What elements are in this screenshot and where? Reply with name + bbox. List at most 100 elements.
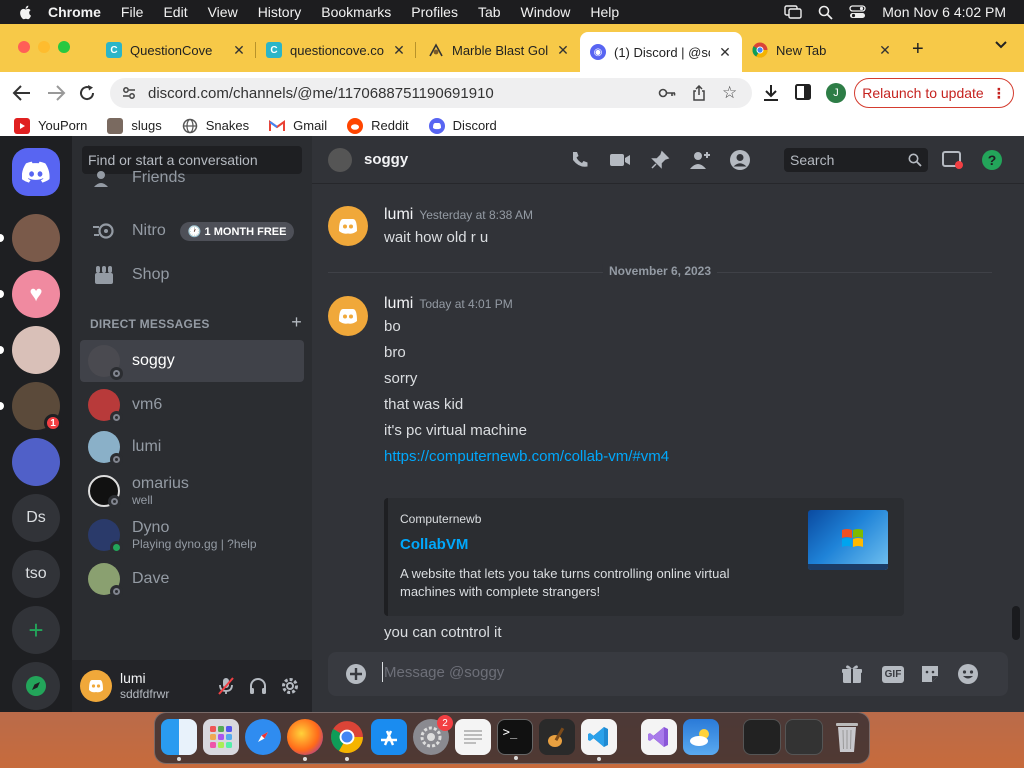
dm-item-omarius[interactable]: omarius well bbox=[80, 470, 304, 512]
message-author-avatar[interactable] bbox=[328, 296, 368, 336]
dm-item-lumi[interactable]: lumi bbox=[80, 426, 304, 468]
server-ds[interactable]: Ds bbox=[12, 494, 60, 542]
gift-icon[interactable] bbox=[840, 662, 864, 686]
screen-mirroring-icon[interactable] bbox=[784, 5, 802, 19]
close-tab-icon[interactable]: ✕ bbox=[718, 44, 732, 61]
zoom-window-button[interactable] bbox=[58, 41, 70, 53]
nav-nitro[interactable]: Nitro 🕐 1 MONTH FREE bbox=[80, 210, 304, 252]
chat-scrollbar[interactable] bbox=[1012, 606, 1020, 640]
start-voice-call-icon[interactable] bbox=[568, 148, 592, 172]
menu-edit[interactable]: Edit bbox=[163, 4, 187, 20]
inbox-icon[interactable] bbox=[940, 148, 964, 172]
channel-name[interactable]: soggy bbox=[364, 151, 408, 168]
message-author[interactable]: lumi Today at 4:01 PM bbox=[384, 295, 513, 313]
dock-launchpad-icon[interactable] bbox=[203, 719, 239, 755]
menu-help[interactable]: Help bbox=[590, 4, 619, 20]
close-tab-icon[interactable]: ✕ bbox=[878, 42, 892, 59]
tab-discord[interactable]: ◉ (1) Discord | @soggy ✕ bbox=[580, 32, 742, 72]
emoji-picker-icon[interactable] bbox=[956, 662, 980, 686]
address-bar[interactable]: discord.com/channels/@me/117068875119069… bbox=[110, 78, 752, 108]
embed-title[interactable]: CollabVM bbox=[400, 536, 468, 553]
bookmark-discord[interactable]: Discord bbox=[428, 117, 497, 134]
attach-plus-icon[interactable] bbox=[344, 662, 368, 686]
control-center-icon[interactable] bbox=[849, 5, 866, 19]
menu-bookmarks[interactable]: Bookmarks bbox=[321, 4, 391, 20]
nav-shop[interactable]: Shop bbox=[80, 254, 304, 296]
dock-finder-icon[interactable] bbox=[161, 719, 197, 761]
settings-gear-icon[interactable] bbox=[280, 676, 300, 696]
message-author-avatar[interactable] bbox=[328, 206, 368, 246]
menu-view[interactable]: View bbox=[208, 4, 238, 20]
message-search-input[interactable]: Search bbox=[784, 148, 928, 172]
menu-profiles[interactable]: Profiles bbox=[411, 4, 458, 20]
menubar-clock[interactable]: Mon Nov 6 4:02 PM bbox=[882, 4, 1006, 20]
user-profile-icon[interactable] bbox=[728, 148, 752, 172]
relaunch-to-update-button[interactable]: Relaunch to update ⋮ bbox=[854, 78, 1014, 108]
server-icon[interactable] bbox=[12, 438, 60, 486]
bookmark-reddit[interactable]: Reddit bbox=[347, 117, 409, 134]
nav-friends[interactable]: Friends bbox=[80, 166, 304, 190]
mute-mic-icon[interactable] bbox=[216, 676, 236, 696]
tab-new-tab[interactable]: New Tab ✕ bbox=[742, 34, 902, 66]
message-link[interactable]: https://computernewb.com/collab-vm/#vm4 bbox=[384, 448, 669, 465]
download-icon[interactable] bbox=[762, 84, 780, 102]
author-name[interactable]: lumi bbox=[384, 295, 413, 312]
back-arrow-icon[interactable] bbox=[12, 84, 32, 102]
tab-marble-blast[interactable]: Marble Blast Gold ✕ bbox=[418, 34, 580, 66]
menu-file[interactable]: File bbox=[121, 4, 144, 20]
tab-search-chevron-icon[interactable] bbox=[994, 40, 1008, 50]
sticker-icon[interactable] bbox=[918, 662, 942, 686]
help-icon[interactable]: ? bbox=[980, 148, 1004, 172]
message-composer[interactable]: Message @soggy GIF bbox=[328, 652, 1008, 696]
dock-textedit-icon[interactable] bbox=[455, 719, 491, 755]
embed-thumbnail[interactable] bbox=[808, 510, 888, 570]
dm-item-dyno[interactable]: Dyno Playing dyno.gg | ?help bbox=[80, 514, 304, 556]
gif-picker-button[interactable]: GIF bbox=[880, 662, 906, 686]
dock-safari-icon[interactable] bbox=[245, 719, 281, 755]
side-panel-icon[interactable] bbox=[795, 84, 811, 100]
dock-screenshot-thumbnail[interactable] bbox=[743, 719, 781, 755]
dock-garageband-icon[interactable] bbox=[539, 719, 575, 755]
site-info-icon[interactable] bbox=[122, 86, 136, 100]
spotlight-search-icon[interactable] bbox=[818, 5, 833, 20]
server-icon[interactable]: 1 bbox=[0, 382, 62, 432]
forward-arrow-icon[interactable] bbox=[46, 84, 66, 102]
dm-item-dave[interactable]: Dave bbox=[80, 558, 304, 600]
headphones-icon[interactable] bbox=[248, 676, 268, 696]
close-tab-icon[interactable]: ✕ bbox=[392, 42, 406, 59]
dock-weather-icon[interactable] bbox=[683, 719, 719, 755]
author-name[interactable]: lumi bbox=[384, 206, 413, 223]
url-text[interactable]: discord.com/channels/@me/117068875119069… bbox=[148, 85, 494, 102]
bookmark-gmail[interactable]: Gmail bbox=[269, 118, 327, 134]
menu-tab[interactable]: Tab bbox=[478, 4, 501, 20]
bookmark-youporn[interactable]: YouPorn bbox=[14, 117, 87, 134]
apple-icon[interactable] bbox=[18, 4, 34, 20]
profile-avatar[interactable]: J bbox=[826, 83, 846, 103]
minimize-window-button[interactable] bbox=[38, 41, 50, 53]
embed-provider[interactable]: Computernewb bbox=[400, 512, 481, 526]
tab-questioncove[interactable]: C QuestionCove ✕ bbox=[96, 34, 256, 66]
dock-firefox-icon[interactable] bbox=[287, 719, 323, 761]
dock-vscode-icon[interactable] bbox=[581, 719, 617, 761]
menu-history[interactable]: History bbox=[258, 4, 302, 20]
bookmark-star-icon[interactable]: ☆ bbox=[722, 83, 737, 103]
dm-item-vm6[interactable]: vm6 bbox=[80, 384, 304, 426]
start-video-call-icon[interactable] bbox=[608, 148, 632, 172]
close-tab-icon[interactable]: ✕ bbox=[232, 42, 246, 59]
create-dm-plus-icon[interactable]: + bbox=[291, 312, 302, 333]
dock-system-settings-icon[interactable]: 2 bbox=[413, 715, 453, 755]
message-input[interactable]: Message @soggy bbox=[381, 662, 504, 682]
add-server-plus-icon[interactable]: + bbox=[12, 606, 60, 654]
message-author[interactable]: lumi Yesterday at 8:38 AM bbox=[384, 206, 533, 224]
dock-trash-icon[interactable] bbox=[829, 719, 865, 755]
close-window-button[interactable] bbox=[18, 41, 30, 53]
share-icon[interactable] bbox=[692, 85, 706, 101]
tab-questioncove-com[interactable]: C questioncove.com ✕ bbox=[256, 34, 416, 66]
dock-visual-studio-icon[interactable] bbox=[641, 719, 677, 755]
add-friends-to-dm-icon[interactable] bbox=[688, 148, 712, 172]
new-tab-plus-icon[interactable]: + bbox=[912, 38, 924, 61]
server-icon[interactable] bbox=[0, 214, 60, 262]
dock-screenshot-thumbnail[interactable] bbox=[785, 719, 823, 755]
server-icon[interactable] bbox=[0, 326, 60, 374]
server-icon[interactable]: ♥ bbox=[0, 270, 60, 318]
